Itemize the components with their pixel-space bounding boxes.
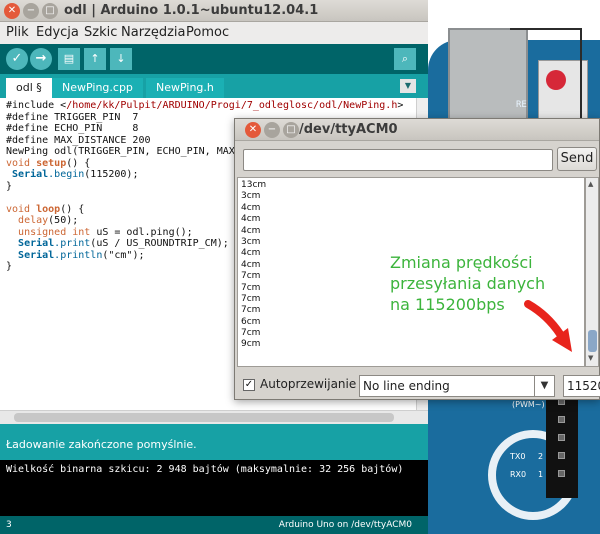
close-icon[interactable]: ✕ — [4, 3, 20, 19]
output-line: 4cm — [241, 202, 261, 213]
serial-window-title: /dev/ttyACM0 — [299, 122, 398, 137]
ide-titlebar: ✕ − □ odl | Arduino 1.0.1~ubuntu12.04.1 — [0, 0, 428, 22]
status-message: Ładowanie zakończone pomyślnie. — [6, 438, 197, 451]
annotation-line: Zmiana prędkości — [390, 253, 533, 272]
scrollbar-thumb[interactable] — [14, 413, 394, 422]
tab-newping-h[interactable]: NewPing.h — [146, 78, 224, 98]
serial-titlebar: ✕ − □ /dev/ttyACM0 — [235, 119, 599, 141]
output-line: 4cm — [241, 225, 261, 236]
autoscroll-checkbox[interactable]: ✓ — [243, 379, 255, 391]
menubar: Plik Edycja Szkic Narzędzia Pomoc — [0, 22, 428, 44]
menu-narzedzia[interactable]: Narzędzia — [121, 25, 186, 40]
baud-rate-value: 115200 — [567, 379, 600, 393]
minimize-icon[interactable]: − — [23, 3, 39, 19]
board-label-reset: RE — [516, 100, 527, 110]
baud-rate-select[interactable]: 115200 — [563, 375, 600, 397]
output-line: 4cm — [241, 214, 261, 225]
tab-bar: odl § NewPing.cpp NewPing.h ▼ — [0, 74, 428, 98]
toolbar: ✓ → ▤ ↑ ↓ ⌕ — [0, 44, 428, 74]
save-icon[interactable]: ↓ — [110, 48, 132, 70]
send-button[interactable]: Send — [557, 147, 597, 171]
pin — [558, 416, 565, 423]
new-icon[interactable]: ▤ — [58, 48, 80, 70]
close-icon[interactable]: ✕ — [245, 122, 261, 138]
pin-number-2: 2 — [538, 452, 544, 461]
menu-szkic[interactable]: Szkic — [84, 25, 117, 40]
menu-plik[interactable]: Plik — [6, 25, 29, 40]
serial-send-input[interactable] — [243, 149, 553, 171]
pin — [558, 452, 565, 459]
pin-label-tx: TX0 — [510, 452, 526, 461]
code-line: #include </home/kk/Pulpit/ARDUINO/Progi/… — [6, 100, 404, 111]
scroll-up-icon[interactable]: ▲ — [588, 180, 593, 188]
scroll-down-icon[interactable]: ▼ — [588, 354, 593, 362]
menu-pomoc[interactable]: Pomoc — [186, 25, 229, 40]
annotation-line: przesyłania danych — [390, 274, 546, 293]
autoscroll-label: Autoprzewijanie — [260, 377, 357, 391]
pwm-label: (PWM~) — [512, 400, 545, 409]
board-port-info: Arduino Uno on /dev/ttyACM0 — [278, 520, 412, 530]
editor-horizontal-scrollbar[interactable] — [0, 410, 428, 424]
output-line: 3cm — [241, 236, 261, 247]
console-output: Wielkość binarna szkicu: 2 948 bajtów (m… — [0, 460, 428, 516]
open-icon[interactable]: ↑ — [84, 48, 106, 70]
output-line: 3cm — [241, 191, 261, 202]
pin — [558, 434, 565, 441]
serial-monitor-icon[interactable]: ⌕ — [394, 48, 416, 70]
tab-newping-cpp[interactable]: NewPing.cpp — [52, 78, 143, 98]
menu-edycja[interactable]: Edycja — [36, 25, 79, 40]
footer-bar: 3 Arduino Uno on /dev/ttyACM0 — [0, 516, 428, 534]
verify-icon[interactable]: ✓ — [6, 48, 28, 70]
scrollbar-thumb[interactable] — [588, 330, 597, 352]
output-line: 13cm — [241, 180, 267, 190]
jumper-wire — [510, 28, 582, 30]
tab-menu-icon[interactable]: ▼ — [400, 79, 416, 93]
pin-label-rx: RX0 — [510, 470, 527, 479]
line-ending-value: No line ending — [363, 379, 450, 393]
reset-button — [546, 70, 566, 90]
maximize-icon[interactable]: □ — [42, 3, 58, 19]
chevron-down-icon[interactable]: ▼ — [534, 376, 554, 396]
pin — [558, 470, 565, 477]
jumper-wire — [580, 28, 582, 118]
pin-number-1: 1 — [538, 470, 544, 479]
status-bar: Ładowanie zakończone pomyślnie. — [0, 424, 428, 460]
minimize-icon[interactable]: − — [264, 122, 280, 138]
console-line: Wielkość binarna szkicu: 2 948 bajtów (m… — [6, 464, 404, 475]
line-number: 3 — [6, 520, 12, 530]
window-title: odl | Arduino 1.0.1~ubuntu12.04.1 — [64, 3, 319, 18]
upload-icon[interactable]: → — [30, 48, 52, 70]
tab-odl[interactable]: odl § — [6, 78, 52, 98]
line-ending-select[interactable]: No line ending ▼ — [359, 375, 555, 397]
output-vertical-scrollbar[interactable]: ▲ ▼ — [585, 177, 599, 367]
red-arrow-icon — [524, 300, 572, 352]
maximize-icon[interactable]: □ — [283, 122, 299, 138]
